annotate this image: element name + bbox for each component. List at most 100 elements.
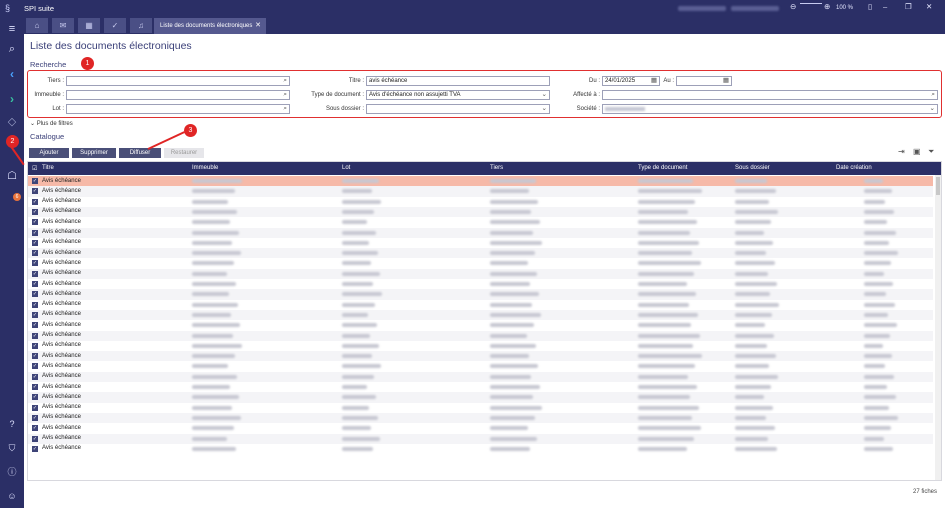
search-icon[interactable]: ⌕ — [4, 42, 20, 56]
row-checkbox[interactable]: ✓ — [32, 332, 38, 339]
calendar-tab-icon[interactable]: ▦ — [78, 18, 100, 33]
search-icon[interactable]: ⌕ — [931, 91, 935, 99]
restore-button[interactable]: Restaurer — [164, 148, 204, 158]
table-row[interactable]: ✓ Avis échéance — [28, 258, 933, 268]
column-type[interactable]: Type de document — [638, 165, 687, 171]
row-checkbox[interactable]: ✓ — [32, 239, 38, 246]
column-titre[interactable]: Titre — [42, 165, 54, 171]
table-row[interactable]: ✓ Avis échéance — [28, 206, 933, 218]
vertical-scrollbar[interactable] — [935, 175, 941, 480]
row-checkbox[interactable]: ✓ — [32, 260, 38, 267]
row-checkbox[interactable]: ✓ — [32, 229, 38, 236]
table-row[interactable]: ✓ Avis échéance — [28, 268, 933, 279]
row-checkbox[interactable]: ✓ — [32, 270, 38, 277]
add-button[interactable]: Ajouter — [29, 148, 69, 158]
close-icon[interactable]: ✕ — [926, 2, 932, 11]
filter-icon[interactable]: ⏷ — [928, 147, 934, 157]
table-row[interactable]: ✓ Avis échéance — [28, 351, 933, 362]
row-checkbox[interactable]: ✓ — [32, 311, 38, 318]
row-checkbox[interactable]: ✓ — [32, 445, 38, 452]
affecte-input[interactable]: ⌕ — [602, 90, 938, 100]
columns-icon[interactable]: ▣ — [913, 147, 921, 156]
table-row[interactable]: ✓ Avis échéance — [28, 279, 933, 289]
table-row[interactable]: ✓ Avis échéance — [28, 186, 933, 197]
user-panel-icon[interactable]: ☖ — [4, 169, 20, 183]
type-select[interactable]: Avis d'échéance non assujetti TVA ⌄ — [366, 90, 550, 100]
table-row[interactable]: ✓ Avis échéance — [28, 320, 933, 330]
nav-forward-icon[interactable]: › — [4, 92, 20, 106]
maximize-icon[interactable]: ❐ — [905, 2, 912, 11]
du-date-input[interactable]: 24/01/2025 ▦ — [602, 76, 660, 86]
table-row[interactable]: ✓ Avis échéance — [28, 248, 933, 259]
table-row[interactable]: ✓ Avis échéance — [28, 392, 933, 403]
table-row[interactable]: ✓ Avis échéance — [28, 371, 933, 382]
table-row[interactable]: ✓ Avis échéance — [28, 309, 933, 321]
zoom-slider[interactable] — [800, 3, 822, 4]
lot-input[interactable]: ⌕ — [66, 104, 290, 114]
tiers-input[interactable]: ⌕ — [66, 76, 290, 86]
table-row[interactable]: ✓ Avis échéance — [28, 403, 933, 413]
check-tab-icon[interactable]: ✓ — [104, 18, 126, 33]
minimize-icon[interactable]: – — [883, 2, 887, 11]
table-row[interactable]: ✓ Avis échéance — [28, 382, 933, 392]
row-checkbox[interactable]: ✓ — [32, 404, 38, 411]
table-row[interactable]: ✓ Avis échéance — [28, 330, 933, 341]
au-date-input[interactable]: ▦ — [676, 76, 732, 86]
nav-back-icon[interactable]: ‹ — [4, 67, 20, 81]
table-row[interactable]: ✓ Avis échéance — [28, 412, 933, 424]
table-row[interactable]: ✓ Avis échéance — [28, 227, 933, 238]
search-icon[interactable]: ⌕ — [283, 77, 287, 85]
help-icon[interactable]: ? — [4, 417, 20, 431]
bell-tab-icon[interactable]: ♫ — [130, 18, 152, 33]
table-row[interactable]: ✓ Avis échéance — [28, 238, 933, 248]
column-sousdossier[interactable]: Sous dossier — [735, 165, 770, 171]
table-row[interactable]: ✓ Avis échéance — [28, 217, 933, 227]
column-immeuble[interactable]: Immeuble — [192, 165, 218, 171]
account-icon[interactable]: ☺ — [4, 489, 20, 503]
sousdossier-select[interactable]: ⌄ — [366, 104, 550, 114]
row-checkbox[interactable]: ✓ — [32, 384, 38, 390]
row-checkbox[interactable]: ✓ — [32, 414, 38, 421]
table-row[interactable]: ✓ Avis échéance — [28, 341, 933, 351]
select-all-checkbox[interactable]: ☑ — [32, 165, 37, 172]
export-icon[interactable]: ⇥ — [898, 147, 905, 156]
row-checkbox[interactable]: ✓ — [32, 250, 38, 257]
more-filters-toggle[interactable]: ⌄ Plus de filtres — [30, 120, 73, 127]
calendar-icon[interactable]: ▦ — [723, 77, 729, 85]
row-checkbox[interactable]: ✓ — [32, 353, 38, 360]
tab-document-list[interactable]: Liste des documents électroniques ✕ — [154, 18, 266, 34]
info-icon[interactable]: ⓘ — [4, 465, 20, 479]
table-row[interactable]: ✓ Avis échéance — [28, 423, 933, 433]
table-row[interactable]: ✓ Avis échéance — [28, 289, 933, 300]
row-checkbox[interactable]: ✓ — [32, 198, 38, 205]
menu-icon[interactable]: ≡ — [4, 22, 20, 36]
scrollbar-thumb[interactable] — [936, 177, 940, 195]
row-checkbox[interactable]: ✓ — [32, 188, 38, 195]
column-date[interactable]: Date création — [836, 165, 872, 171]
calendar-icon[interactable]: ▦ — [651, 77, 657, 85]
zoom-out-icon[interactable]: ⊖ — [790, 2, 796, 11]
societe-select[interactable]: ⌄ — [602, 104, 938, 114]
home-tab-icon[interactable]: ⌂ — [26, 18, 48, 33]
row-checkbox[interactable]: ✓ — [32, 208, 38, 215]
row-checkbox[interactable]: ✓ — [32, 301, 38, 308]
mail-tab-icon[interactable]: ✉ — [52, 18, 74, 33]
zoom-in-icon[interactable]: ⊕ — [824, 2, 830, 11]
table-row[interactable]: ✓ Avis échéance — [28, 176, 933, 187]
table-row[interactable]: ✓ Avis échéance — [28, 300, 933, 310]
table-row[interactable]: ✓ Avis échéance — [28, 361, 933, 371]
table-row[interactable]: ✓ Avis échéance — [28, 197, 933, 207]
table-row[interactable]: ✓ Avis échéance — [28, 444, 933, 454]
search-icon[interactable]: ⌕ — [283, 105, 287, 113]
delete-button[interactable]: Supprimer — [72, 148, 116, 158]
search-icon[interactable]: ⌕ — [283, 91, 287, 99]
row-checkbox[interactable]: ✓ — [32, 373, 38, 380]
tab-close-icon[interactable]: ✕ — [255, 18, 261, 34]
row-checkbox[interactable]: ✓ — [32, 322, 38, 329]
nav-diamond-icon[interactable]: ◇ — [4, 115, 20, 129]
row-checkbox[interactable]: ✓ — [32, 178, 38, 184]
chevron-down-icon[interactable]: ⌄ — [542, 105, 547, 113]
row-checkbox[interactable]: ✓ — [32, 363, 38, 370]
row-checkbox[interactable]: ✓ — [32, 219, 38, 226]
chevron-down-icon[interactable]: ⌄ — [542, 91, 547, 99]
